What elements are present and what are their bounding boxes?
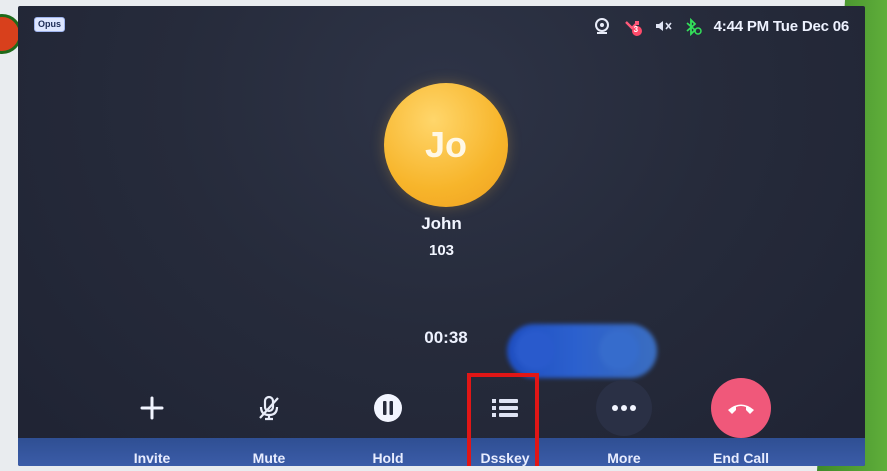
status-datetime: 4:44 PM Tue Dec 06 — [713, 17, 850, 35]
codec-badge: Opus — [34, 17, 66, 32]
call-screen: Opus 3 4:44 PM Tue Dec 06 Jo John 103 00… — [18, 6, 865, 466]
more-icon — [596, 380, 652, 436]
caller-avatar: Jo — [384, 83, 508, 207]
speaker-muted-icon — [654, 18, 672, 34]
end-call-label: End Call — [712, 450, 769, 466]
avatar-initials: Jo — [424, 124, 467, 165]
call-duration: 00:38 — [424, 328, 468, 347]
more-label: More — [607, 450, 641, 466]
call-action-bar: Invite Mute Hold Dsskey More End Call — [18, 378, 865, 466]
invite-label: Invite — [133, 450, 171, 466]
missed-call-icon: 3 — [624, 18, 642, 36]
blurred-indicator — [507, 324, 657, 378]
mute-button[interactable]: Mute — [219, 378, 319, 466]
dsskey-highlight-box — [467, 373, 539, 466]
caller-name: John — [421, 214, 462, 233]
missed-calls-count: 3 — [633, 25, 639, 34]
invite-button[interactable]: Invite — [102, 378, 202, 466]
hold-button[interactable]: Hold — [338, 378, 438, 466]
caller-number: 103 — [428, 242, 455, 259]
plus-icon — [124, 380, 180, 436]
hangup-icon — [711, 378, 771, 438]
end-call-button[interactable]: End Call — [691, 378, 791, 466]
webcam-icon — [594, 18, 610, 34]
bluetooth-icon — [684, 17, 702, 37]
hold-label: Hold — [372, 450, 404, 466]
mic-off-icon — [241, 380, 297, 436]
status-icons: 3 4:44 PM Tue Dec 06 — [594, 14, 849, 38]
status-bar: Opus 3 4:44 PM Tue Dec 06 — [18, 6, 865, 46]
more-button[interactable]: More — [574, 378, 674, 466]
mute-label: Mute — [252, 450, 286, 466]
pause-icon — [360, 380, 416, 436]
